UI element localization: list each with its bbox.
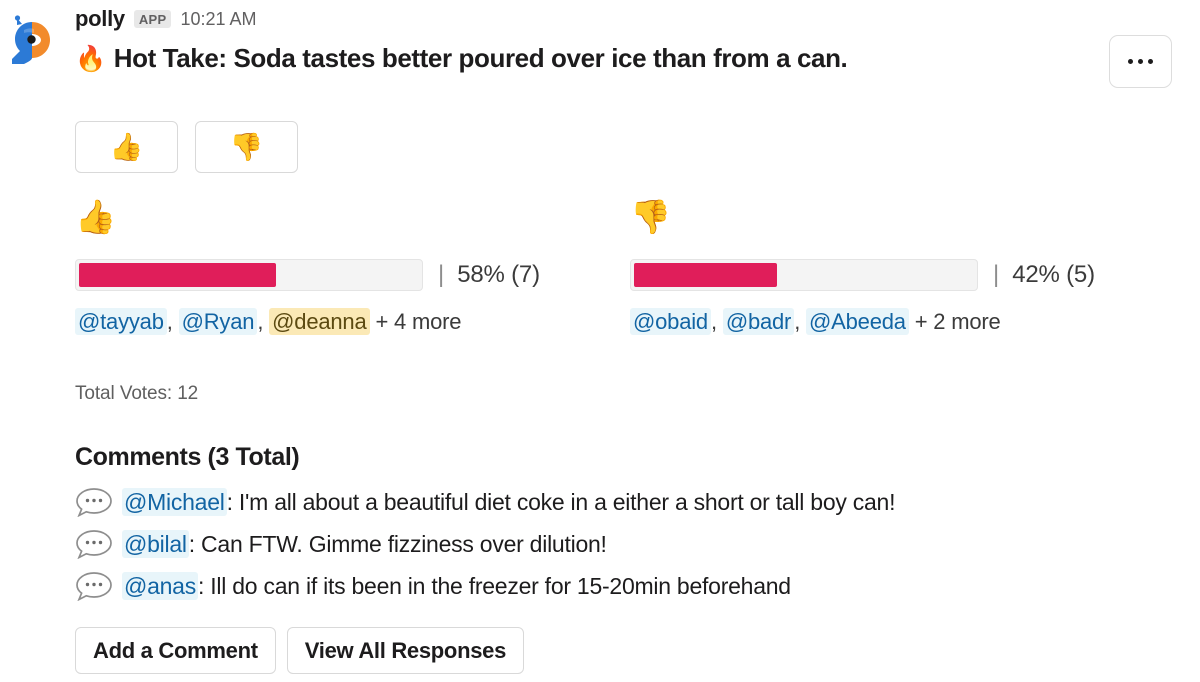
progress-bar-track	[630, 259, 978, 291]
comment-text: Can FTW. Gimme fizziness over dilution!	[201, 531, 607, 557]
voter-mention[interactable]: @Abeeda	[806, 308, 909, 335]
result-separator: |	[438, 263, 444, 287]
thumbs-down-icon: 👎	[630, 197, 1135, 239]
poll-title: 🔥 Hot Take: Soda tastes better poured ov…	[75, 43, 847, 74]
progress-bar-track	[75, 259, 423, 291]
ellipsis-icon	[1138, 59, 1143, 64]
total-votes-label: Total Votes:	[75, 383, 172, 404]
vote-button-group: 👍 👎	[75, 121, 298, 173]
total-votes: Total Votes: 12	[75, 383, 198, 405]
message-header: polly APP 10:21 AM	[75, 6, 257, 32]
voter-mention[interactable]: @Ryan	[179, 308, 258, 335]
result-separator: |	[993, 263, 999, 287]
result-option-thumbs-down: 👎 | 42% (5) @obaid, @badr, @Abeeda + 2 m…	[605, 197, 1135, 335]
comment-text: I'm all about a beautiful diet coke in a…	[239, 489, 895, 515]
result-percent-label: 42% (5)	[1012, 261, 1095, 289]
result-bar-row: | 58% (7)	[75, 259, 605, 291]
voter-mention[interactable]: @badr	[723, 308, 794, 335]
result-percent-label: 58% (7)	[457, 261, 540, 289]
voter-mention-self[interactable]: @deanna	[269, 308, 369, 335]
comment-bubble-icon	[75, 487, 113, 517]
comment-body: @bilal: Can FTW. Gimme fizziness over di…	[122, 531, 607, 558]
voter-mention[interactable]: @obaid	[630, 308, 711, 335]
voter-more-link[interactable]: + 2 more	[915, 309, 1001, 334]
ellipsis-icon	[1128, 59, 1133, 64]
add-comment-button[interactable]: Add a Comment	[75, 627, 276, 674]
polly-poll-message: polly APP 10:21 AM 🔥 Hot Take: Soda tast…	[0, 0, 1200, 682]
voter-list-thumbs-down: @obaid, @badr, @Abeeda + 2 more	[630, 309, 1135, 335]
comment-bubble-icon	[75, 529, 113, 559]
comment-bubble-icon	[75, 571, 113, 601]
poll-title-text: Hot Take: Soda tastes better poured over…	[114, 43, 848, 74]
comment-item: @anas: Ill do can if its been in the fre…	[75, 565, 1155, 607]
voter-mention[interactable]: @tayyab	[75, 308, 167, 335]
comment-item: @Michael: I'm all about a beautiful diet…	[75, 481, 1155, 523]
progress-bar-fill	[634, 263, 777, 287]
result-option-thumbs-up: 👍 | 58% (7) @tayyab, @Ryan, @deanna + 4 …	[75, 197, 605, 335]
poll-results: 👍 | 58% (7) @tayyab, @Ryan, @deanna + 4 …	[75, 197, 1135, 335]
comments-list: @Michael: I'm all about a beautiful diet…	[75, 481, 1155, 607]
fire-icon: 🔥	[75, 45, 106, 74]
comment-author-mention[interactable]: @anas	[122, 572, 198, 600]
comment-author-mention[interactable]: @bilal	[122, 530, 189, 558]
total-votes-count: 12	[177, 383, 198, 404]
voter-more-link[interactable]: + 4 more	[375, 309, 461, 334]
vote-button-thumbs-down[interactable]: 👎	[195, 121, 298, 173]
thumbs-up-icon: 👍	[75, 197, 605, 239]
comment-text: Ill do can if its been in the freezer fo…	[210, 573, 791, 599]
message-timestamp[interactable]: 10:21 AM	[180, 9, 256, 30]
poll-actions: Add a Comment View All Responses	[75, 627, 524, 674]
polly-parrot-logo-icon	[4, 12, 56, 70]
comment-separator: :	[189, 531, 195, 557]
app-badge: APP	[134, 10, 172, 28]
ellipsis-icon	[1148, 59, 1153, 64]
view-all-responses-button[interactable]: View All Responses	[287, 627, 524, 674]
vote-button-thumbs-up[interactable]: 👍	[75, 121, 178, 173]
comment-body: @Michael: I'm all about a beautiful diet…	[122, 489, 895, 516]
voter-list-thumbs-up: @tayyab, @Ryan, @deanna + 4 more	[75, 309, 605, 335]
more-actions-button[interactable]	[1109, 35, 1172, 88]
comment-author-mention[interactable]: @Michael	[122, 488, 227, 516]
comment-separator: :	[227, 489, 233, 515]
author-name[interactable]: polly	[75, 6, 125, 32]
comment-body: @anas: Ill do can if its been in the fre…	[122, 573, 791, 600]
progress-bar-fill	[79, 263, 276, 287]
comments-heading: Comments (3 Total)	[75, 443, 299, 472]
result-bar-row: | 42% (5)	[630, 259, 1135, 291]
comment-item: @bilal: Can FTW. Gimme fizziness over di…	[75, 523, 1155, 565]
comment-separator: :	[198, 573, 204, 599]
